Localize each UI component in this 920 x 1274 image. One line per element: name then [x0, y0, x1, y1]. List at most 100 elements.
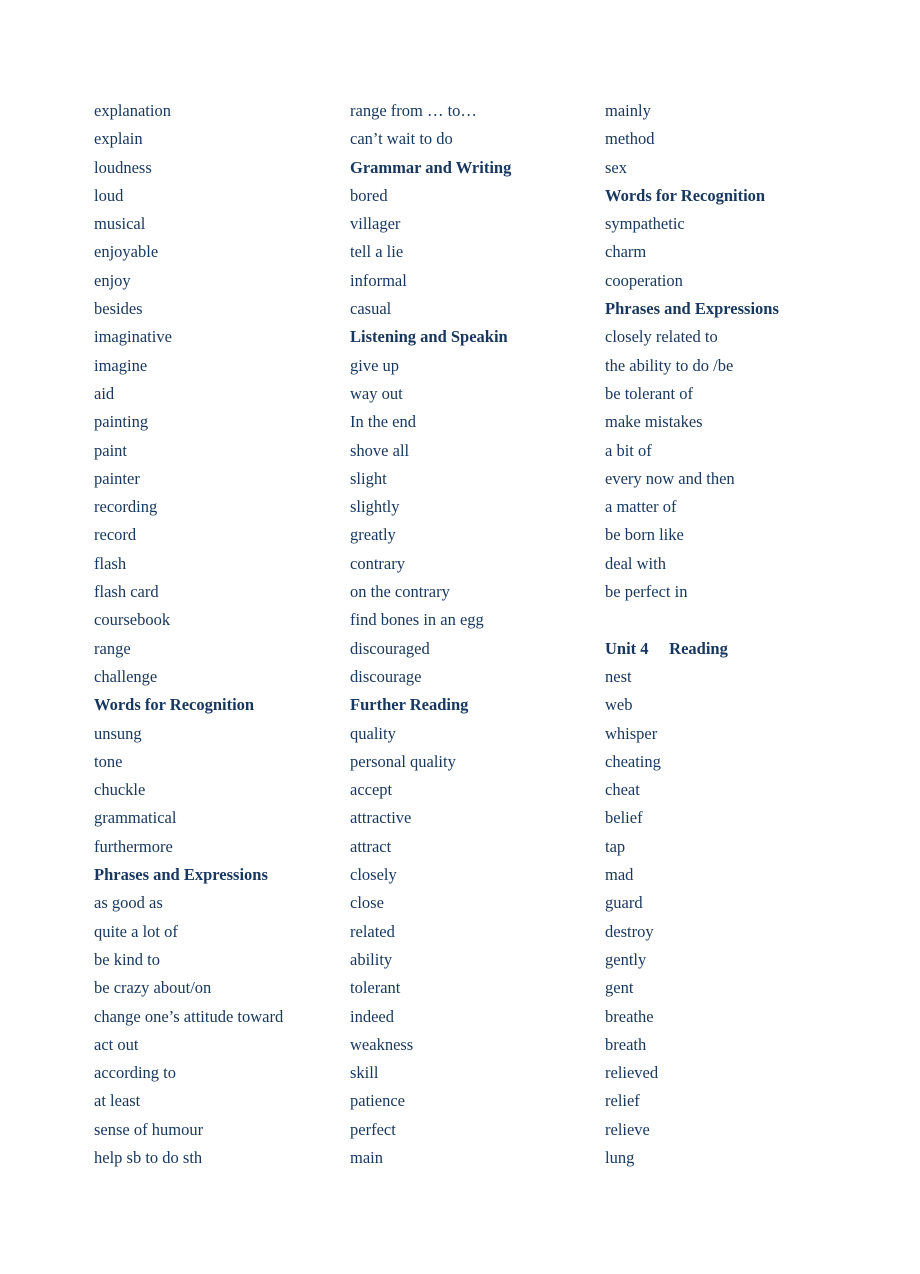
vocabulary-item: sympathetic: [605, 214, 685, 234]
vocabulary-item: slight: [350, 468, 387, 488]
vocabulary-item: villager: [350, 214, 401, 234]
vocabulary-item: be tolerant of: [605, 383, 693, 403]
vocabulary-item: relieved: [605, 1063, 659, 1083]
vocabulary-item: cheat: [605, 780, 640, 800]
vocabulary-item: way out: [350, 383, 403, 403]
vocabulary-item: according to: [94, 1063, 177, 1083]
vocabulary-item: mainly: [605, 101, 651, 120]
section-heading: Unit 4 Reading: [605, 638, 728, 658]
vocabulary-item: deal with: [605, 553, 666, 573]
vocabulary-item: closely: [350, 865, 397, 885]
vocabulary-item: cooperation: [605, 270, 683, 290]
vocabulary-item: besides: [94, 299, 143, 319]
vocabulary-item: guard: [605, 893, 643, 913]
vocabulary-item: help sb to do sth: [94, 1147, 203, 1167]
vocabulary-item: coursebook: [94, 610, 171, 630]
vocabulary-item: main: [350, 1147, 383, 1167]
vocabulary-item: accept: [350, 780, 393, 800]
vocabulary-item: quality: [350, 723, 396, 743]
vocabulary-column-1: explanation explain loudness loud musical enj…: [94, 97, 283, 1172]
vocabulary-item: painting: [94, 412, 149, 432]
vocabulary-item: record: [94, 525, 137, 545]
vocabulary-item: closely related to: [605, 327, 718, 347]
vocabulary-item: imaginative: [94, 327, 172, 347]
vocabulary-item: on the contrary: [350, 582, 450, 602]
vocabulary-item: perfect: [350, 1119, 396, 1139]
vocabulary-item: be born like: [605, 525, 684, 545]
vocabulary-page: explanation explain loudness loud musical enj…: [0, 0, 920, 1274]
vocabulary-item: enjoyable: [94, 242, 159, 262]
section-heading: Phrases and Expressions: [605, 299, 779, 319]
vocabulary-item: enjoy: [94, 270, 131, 290]
section-heading: Further Reading: [350, 695, 469, 715]
vocabulary-item: a matter of: [605, 497, 677, 517]
vocabulary-item: contrary: [350, 553, 405, 573]
vocabulary-item: as good as: [94, 893, 163, 913]
section-heading: Words for Recognition: [605, 185, 766, 205]
vocabulary-item: informal: [350, 270, 407, 290]
vocabulary-item: unsung: [94, 723, 142, 743]
vocabulary-item: web: [605, 695, 633, 715]
vocabulary-item: related: [350, 921, 395, 941]
vocabulary-item: loud: [94, 185, 124, 205]
vocabulary-item: greatly: [350, 525, 396, 545]
vocabulary-item: at least: [94, 1091, 141, 1111]
vocabulary-item: be crazy about/on: [94, 978, 212, 998]
vocabulary-item: every now and then: [605, 468, 735, 488]
vocabulary-item: recording: [94, 497, 158, 517]
vocabulary-item: discouraged: [350, 638, 430, 658]
vocabulary-item: loudness: [94, 157, 152, 177]
vocabulary-item: breathe: [605, 1006, 654, 1026]
vocabulary-item: make mistakes: [605, 412, 703, 432]
vocabulary-item: attract: [350, 836, 392, 856]
vocabulary-item: challenge: [94, 666, 158, 686]
vocabulary-item: bored: [350, 185, 388, 205]
vocabulary-item: patience: [350, 1091, 405, 1111]
vocabulary-item: sex: [605, 157, 627, 177]
vocabulary-item: flash card: [94, 582, 159, 602]
vocabulary-item: nest: [605, 666, 632, 686]
vocabulary-item: grammatical: [94, 808, 177, 828]
vocabulary-item: tolerant: [350, 978, 401, 998]
vocabulary-item: imagine: [94, 355, 148, 375]
vocabulary-item: act out: [94, 1034, 139, 1054]
vocabulary-item: the ability to do /be: [605, 355, 734, 375]
vocabulary-item: weakness: [350, 1034, 414, 1054]
vocabulary-item: quite a lot of: [94, 921, 178, 941]
vocabulary-item: casual: [350, 299, 392, 319]
vocabulary-item: discourage: [350, 666, 422, 686]
vocabulary-item: ability: [350, 949, 393, 969]
vocabulary-item: musical: [94, 214, 146, 234]
vocabulary-column-3: mainly method sex Words for Recognition symp…: [605, 97, 779, 1172]
vocabulary-item: skill: [350, 1063, 379, 1083]
vocabulary-item: mad: [605, 865, 634, 885]
vocabulary-item: chuckle: [94, 780, 146, 800]
vocabulary-item: range: [94, 638, 131, 658]
vocabulary-column-2: range from … to… can’t wait to do Grammar …: [350, 97, 511, 1172]
vocabulary-item: find bones in an egg: [350, 610, 484, 630]
section-heading: Phrases and Expressions: [94, 865, 268, 885]
vocabulary-item: tone: [94, 751, 123, 771]
vocabulary-item: relieve: [605, 1119, 650, 1139]
section-heading: Listening and Speakin: [350, 327, 508, 347]
vocabulary-item: can’t wait to do: [350, 129, 453, 149]
vocabulary-item: flash: [94, 553, 127, 573]
vocabulary-item: attractive: [350, 808, 412, 828]
vocabulary-item: paint: [94, 440, 127, 460]
vocabulary-item: charm: [605, 242, 647, 262]
vocabulary-item: a bit of: [605, 440, 652, 460]
vocabulary-item: tell a lie: [350, 242, 404, 262]
vocabulary-item: furthermore: [94, 836, 173, 856]
vocabulary-item: be kind to: [94, 949, 160, 969]
vocabulary-item: cheating: [605, 751, 661, 771]
vocabulary-item: sense of humour: [94, 1119, 204, 1139]
vocabulary-item: painter: [94, 468, 140, 488]
vocabulary-item: slightly: [350, 497, 400, 517]
vocabulary-item: personal quality: [350, 751, 456, 771]
vocabulary-item: give up: [350, 355, 400, 375]
vocabulary-item: explanation: [94, 101, 171, 120]
vocabulary-item: shove all: [350, 440, 410, 460]
vocabulary-item: breath: [605, 1034, 647, 1054]
vocabulary-item: change one’s attitude toward: [94, 1006, 284, 1026]
vocabulary-item: gently: [605, 949, 647, 969]
